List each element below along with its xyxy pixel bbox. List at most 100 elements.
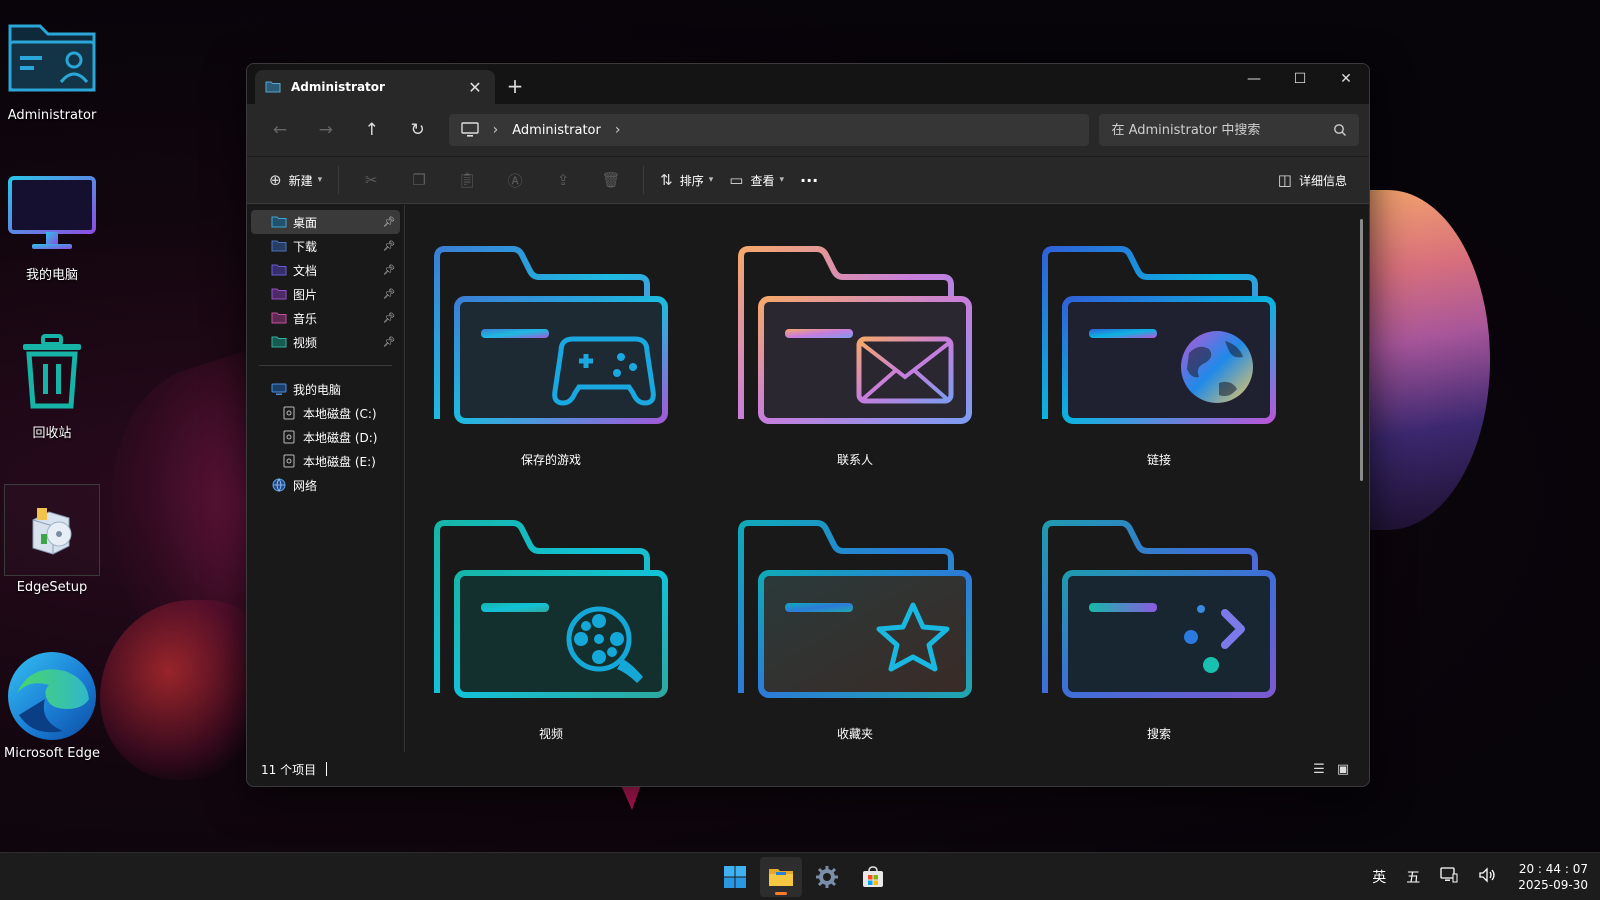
sidebar-item-desktop[interactable]: 桌面 📌︎ [251,210,400,234]
trash-icon [4,326,100,418]
rename-button[interactable]: Ⓐ [491,163,539,197]
up-button[interactable]: ↑ [349,113,395,147]
minimize-button[interactable]: — [1231,64,1277,94]
sidebar-item-label: 视频 [293,335,318,350]
folder-icon [265,81,281,93]
new-button[interactable]: ⊕ 新建 ▾ [261,163,330,197]
sidebar-item-drive-c[interactable]: 本地磁盘 (C:) [251,401,400,425]
start-button[interactable] [714,857,756,897]
copy-icon: ❐ [412,171,426,189]
sidebar-item-label: 桌面 [293,215,318,230]
tab-close-icon[interactable]: ✕ [465,78,485,97]
chevron-right-icon: › [492,122,499,138]
details-pane-button[interactable]: ◫ 详细信息 [1270,163,1355,197]
delete-button[interactable]: 🗑︎ [587,163,635,197]
desktop-icon-recycle-bin[interactable]: 回收站 [4,326,100,441]
volume-icon[interactable] [1478,867,1496,887]
desktop-icon-label: 我的电脑 [25,268,78,283]
sidebar-item-music[interactable]: 音乐 📌︎ [251,306,400,330]
taskbar-file-explorer[interactable] [760,857,802,897]
system-tray: 英 五 20 : 44 : 07 2025-09-30 [1362,853,1588,900]
breadcrumb-item[interactable]: Administrator [512,123,601,138]
store-icon [863,866,883,887]
sidebar-item-label: 网络 [293,478,318,493]
maximize-button[interactable]: ☐ [1277,64,1323,94]
clipboard-icon: 📋︎ [457,171,477,189]
status-bar: 11 个项目 ☰ ▣ [247,752,1369,786]
search-icon[interactable] [1333,123,1347,137]
pin-icon: 📌︎ [382,240,396,252]
pin-icon: 📌︎ [382,312,396,324]
forward-button[interactable]: → [303,113,349,147]
copy-button[interactable]: ❐ [395,163,443,197]
close-button[interactable]: ✕ [1323,64,1369,94]
folder-item-contacts[interactable]: 联系人 [730,243,980,468]
sidebar-item-drive-d[interactable]: 本地磁盘 (D:) [251,425,400,449]
navigation-pane: 桌面 📌︎ 下载 📌︎ 文档 📌︎ 图片 📌︎ 音乐 📌︎ 视频 📌︎ 我的电脑… [247,205,405,752]
view-icon: ▭ [729,171,744,189]
details-view-icon[interactable]: ☰ [1307,758,1331,780]
refresh-button[interactable]: ↻ [395,113,441,147]
film-reel-icon [434,520,668,698]
sidebar-item-network[interactable]: 网络 [251,473,400,497]
downloads-folder-icon [271,240,287,252]
sidebar-item-documents[interactable]: 文档 📌︎ [251,258,400,282]
divider [643,166,645,194]
gamepad-icon [434,246,668,424]
folder-item-videos[interactable]: 视频 [426,517,676,742]
folder-item-saved-games[interactable]: 保存的游戏 [426,243,676,468]
sidebar-item-pictures[interactable]: 图片 📌︎ [251,282,400,306]
sidebar-item-downloads[interactable]: 下载 📌︎ [251,234,400,258]
gear-icon [816,866,838,888]
sort-button[interactable]: ⇅ 排序 ▾ [652,163,721,197]
desktop-icon-my-computer[interactable]: 我的电脑 [4,168,100,283]
chevron-right-icon[interactable]: › [615,122,621,138]
vertical-scrollbar[interactable] [1360,219,1363,481]
file-explorer-window: Administrator ✕ + — ☐ ✕ ← → ↑ ↻ › Admini… [246,63,1370,787]
taskbar-microsoft-store[interactable] [852,857,894,897]
sort-label: 排序 [679,173,704,188]
divider [259,365,392,366]
desktop-icon-administrator[interactable]: Administrator [4,12,100,123]
desktop-icon-edgesetup[interactable]: EdgeSetup [4,484,100,595]
details-label: 详细信息 [1298,173,1347,188]
input-mode-indicator[interactable]: 五 [1406,867,1420,887]
new-tab-button[interactable]: + [503,74,527,98]
pictures-folder-icon [271,288,287,300]
view-button[interactable]: ▭ 查看 ▾ [721,163,792,197]
share-button[interactable]: ⇪ [539,163,587,197]
user-folder-icon [4,12,100,104]
address-bar[interactable]: › Administrator › [448,114,1090,146]
clock-date: 2025-09-30 [1518,878,1588,892]
folder-item-label: 搜索 [1146,727,1171,741]
view-label: 查看 [750,173,775,188]
folder-item-searches[interactable]: 搜索 [1034,517,1284,742]
paste-button[interactable]: 📋︎ [443,163,491,197]
folder-item-links[interactable]: 链接 [1034,243,1284,468]
clock[interactable]: 20 : 44 : 07 2025-09-30 [1518,861,1588,893]
folder-item-favorites[interactable]: 收藏夹 [730,517,980,742]
back-button[interactable]: ← [257,113,303,147]
sidebar-item-drive-e[interactable]: 本地磁盘 (E:) [251,449,400,473]
documents-folder-icon [271,264,287,276]
search-box[interactable] [1099,114,1359,146]
network-icon[interactable] [1440,867,1458,887]
tab-administrator[interactable]: Administrator ✕ [255,70,495,104]
desktop-icon-microsoft-edge[interactable]: Microsoft Edge [4,650,100,761]
sidebar-item-this-pc[interactable]: 我的电脑 [251,377,400,401]
monitor-icon [271,383,287,395]
input-language-indicator[interactable]: 英 [1372,867,1386,887]
chevron-down-icon: ▾ [779,175,784,185]
taskbar-settings[interactable] [806,857,848,897]
large-icons-view-icon[interactable]: ▣ [1331,758,1355,780]
trash-icon: 🗑︎ [601,171,621,189]
edge-logo-icon [4,650,100,742]
installer-box-icon [4,484,100,576]
cut-button[interactable]: ✂ [347,163,395,197]
new-label: 新建 [288,173,313,188]
more-options-button[interactable]: ··· [792,163,826,197]
file-explorer-icon [769,869,793,886]
share-icon: ⇪ [556,171,570,189]
sidebar-item-videos[interactable]: 视频 📌︎ [251,330,400,354]
search-input[interactable] [1111,122,1333,138]
